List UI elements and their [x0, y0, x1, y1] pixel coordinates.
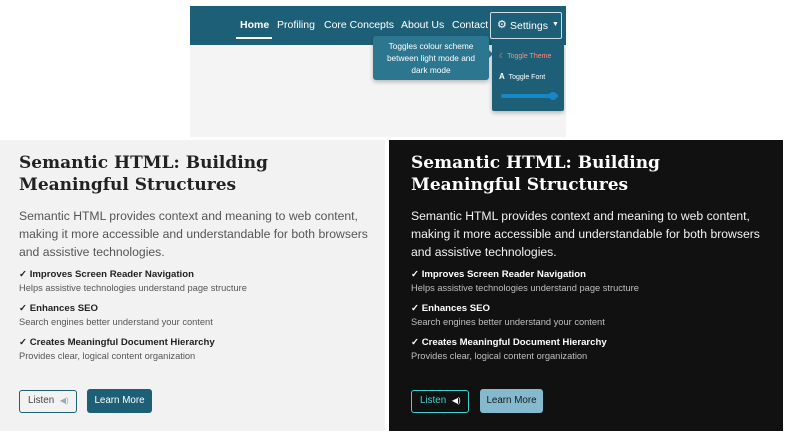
benefit-title: ✓ Creates Meaningful Document Hierarchy	[411, 337, 607, 348]
benefit-item: ✓ Enhances SEO Search engines better und…	[19, 302, 385, 329]
toggle-font-item[interactable]: A Toggle Font	[499, 72, 545, 81]
benefit-item: ✓ Improves Screen Reader Navigation Help…	[411, 268, 783, 295]
font-size-slider[interactable]	[501, 92, 558, 100]
settings-label: Settings	[510, 20, 548, 32]
listen-button[interactable]: Listen ◀)	[411, 390, 469, 413]
learn-more-button[interactable]: Learn More	[480, 389, 543, 413]
settings-dropdown-button[interactable]: ⚙ Settings ▼	[490, 12, 562, 39]
listen-label: Listen	[28, 395, 55, 406]
benefit-description: Helps assistive technologies understand …	[19, 283, 247, 293]
font-icon: A	[499, 72, 505, 81]
settings-dropdown-menu: ☾ Toggle Theme A Toggle Font	[492, 40, 564, 111]
page-title: Semantic HTML: Building Meaningful Struc…	[411, 153, 660, 195]
listen-label: Listen	[420, 395, 447, 406]
benefit-description: Helps assistive technologies understand …	[411, 283, 639, 293]
benefit-description: Provides clear, logical content organiza…	[19, 351, 196, 361]
benefit-title: ✓ Enhances SEO	[411, 303, 490, 314]
benefit-description: Search engines better understand your co…	[411, 317, 605, 327]
tooltip-line: between light mode and	[386, 53, 476, 63]
benefit-title: ✓ Creates Meaningful Document Hierarchy	[19, 337, 215, 348]
slider-thumb[interactable]	[549, 92, 558, 100]
tooltip-line: Toggles colour scheme	[388, 41, 474, 51]
toggle-theme-item[interactable]: ☾ Toggle Theme	[499, 52, 551, 60]
page-title: Semantic HTML: Building Meaningful Struc…	[19, 153, 268, 195]
benefit-item: ✓ Creates Meaningful Document Hierarchy …	[411, 336, 783, 363]
intro-text: Semantic HTML provides context and meani…	[19, 209, 368, 259]
light-mode-panel: Semantic HTML: Building Meaningful Struc…	[0, 140, 385, 431]
active-nav-underline	[236, 37, 272, 39]
toggle-theme-label: Toggle Theme	[507, 53, 552, 60]
listen-button[interactable]: Listen ◀)	[19, 390, 77, 413]
gear-icon: ⚙	[497, 19, 507, 31]
tooltip-line: dark mode	[411, 65, 451, 75]
nav-core-concepts-link[interactable]: Core Concepts	[324, 19, 394, 31]
benefit-title: ✓ Enhances SEO	[19, 303, 98, 314]
benefit-title: ✓ Improves Screen Reader Navigation	[19, 269, 194, 280]
benefit-item: ✓ Creates Meaningful Document Hierarchy …	[19, 336, 385, 363]
learn-more-button[interactable]: Learn More	[87, 389, 152, 413]
intro-text: Semantic HTML provides context and meani…	[411, 209, 760, 259]
speaker-icon: ◀)	[451, 396, 461, 405]
moon-icon: ☾	[499, 53, 506, 60]
benefit-description: Provides clear, logical content organiza…	[411, 351, 588, 361]
nav-profiling-link[interactable]: Profiling	[277, 19, 315, 31]
dark-mode-panel: Semantic HTML: Building Meaningful Struc…	[389, 140, 783, 431]
settings-menu-screenshot: Home Profiling Core Concepts About Us Co…	[190, 6, 566, 137]
benefit-description: Search engines better understand your co…	[19, 317, 213, 327]
nav-contact-link[interactable]: Contact	[452, 19, 488, 31]
nav-about-link[interactable]: About Us	[401, 19, 444, 31]
benefit-item: ✓ Improves Screen Reader Navigation Help…	[19, 268, 385, 295]
speaker-icon: ◀)	[59, 396, 69, 405]
toggle-theme-tooltip: Toggles colour scheme between light mode…	[373, 36, 493, 80]
benefit-title: ✓ Improves Screen Reader Navigation	[411, 269, 586, 280]
benefit-item: ✓ Enhances SEO Search engines better und…	[411, 302, 783, 329]
toggle-font-label: Toggle Font	[508, 74, 546, 81]
nav-home-link[interactable]: Home	[240, 19, 269, 31]
caret-down-icon: ▼	[552, 21, 559, 28]
